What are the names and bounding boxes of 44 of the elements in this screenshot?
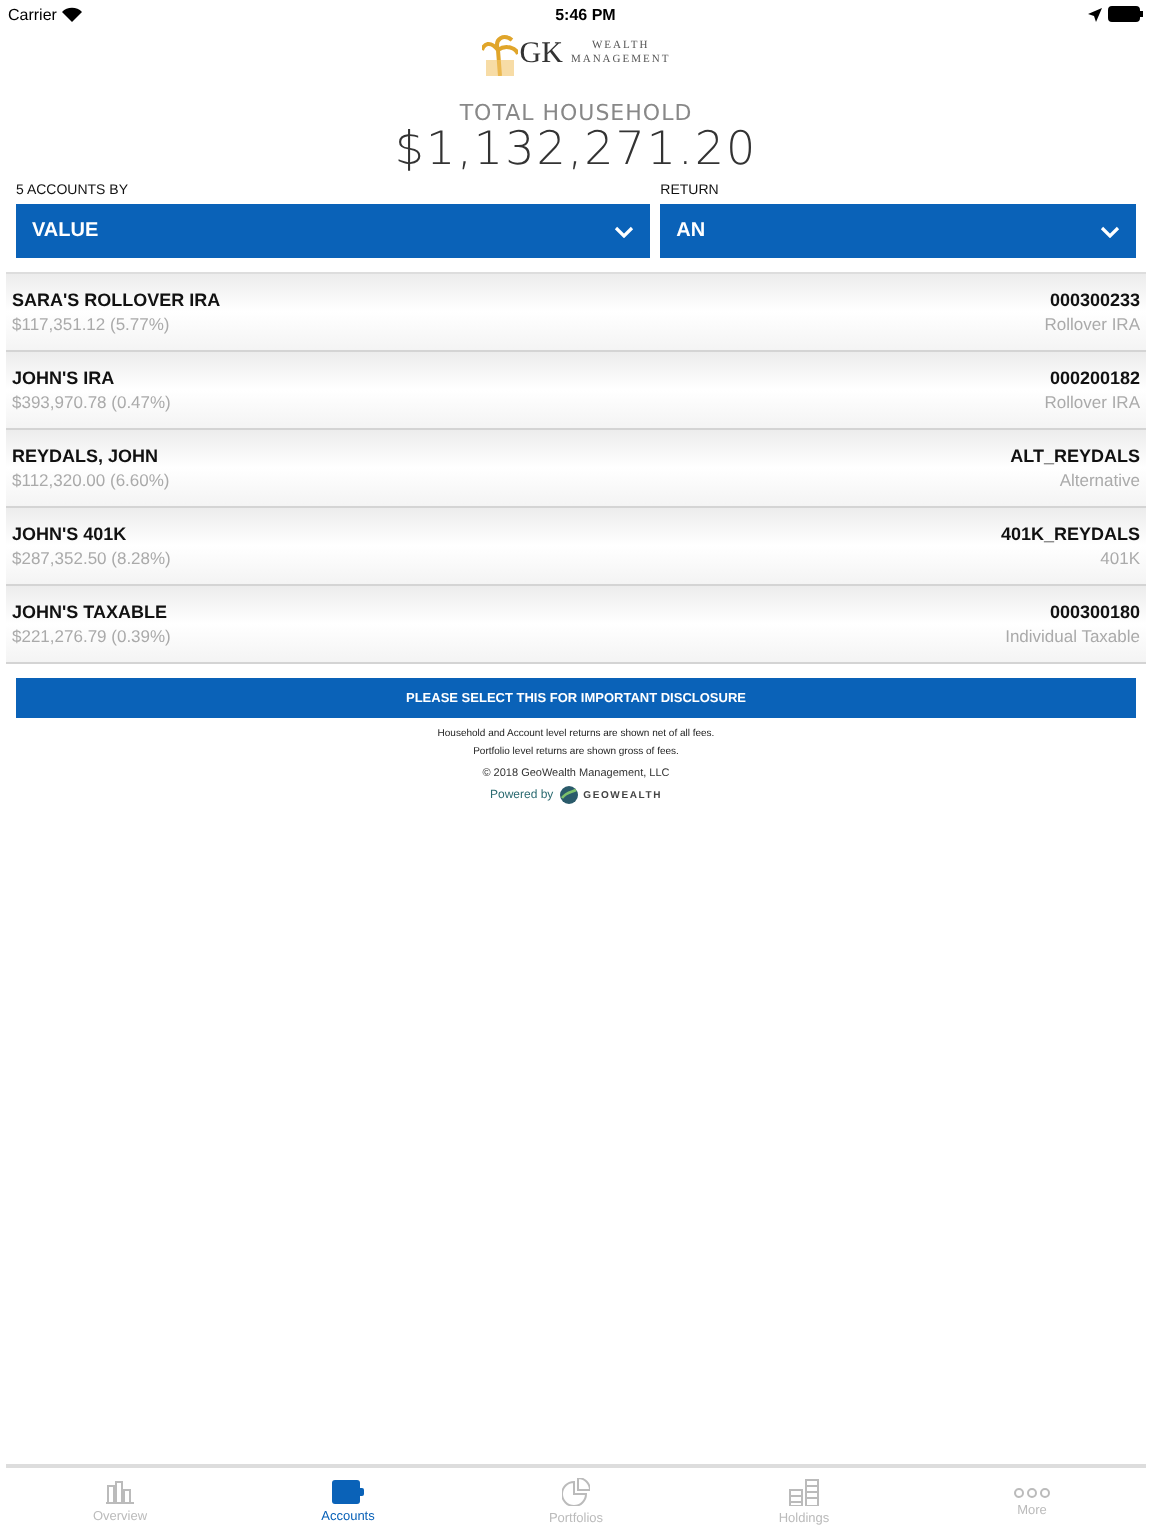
logo-mark: GK: [519, 37, 563, 71]
account-number: 000200182: [1049, 368, 1140, 388]
bar-chart-icon: [106, 1480, 134, 1504]
account-row[interactable]: JOHN'S 401K $287,352.50 (8.28%) 401K_REYDALS 401K: [6, 508, 1146, 586]
account-number: 000300180: [1049, 602, 1140, 622]
account-name: JOHN'S TAXABLE: [12, 602, 169, 622]
location-icon: [1088, 7, 1102, 21]
account-name: JOHN'S 401K: [12, 524, 129, 544]
account-number: 000300233: [1049, 290, 1140, 310]
account-row[interactable]: REYDALS, JOHN $112,320.00 (6.60%) ALT_REYDALS Alternative: [6, 430, 1146, 508]
chevron-down-icon: [614, 225, 635, 237]
account-type: 401K: [1100, 548, 1140, 568]
account-type: Rollover IRA: [1044, 314, 1140, 334]
dropdown[interactable]: AN: [660, 204, 1136, 258]
status-time: 5:46 PM: [555, 5, 616, 23]
coin-stack-icon: [788, 1478, 820, 1506]
account-name: REYDALS, JOHN: [12, 446, 161, 466]
account-row[interactable]: JOHN'S IRA $393,970.78 (0.47%) 000200182 Rollover IRA: [6, 352, 1146, 430]
account-type: Rollover IRA: [1044, 392, 1140, 412]
account-value: $221,276.79 (0.39%): [12, 626, 171, 646]
more-icon: [1014, 1487, 1050, 1497]
account-value: $117,351.12 (5.77%): [12, 314, 172, 334]
palm-tree-icon: [481, 32, 518, 76]
account-value: $287,352.50 (8.28%): [12, 548, 171, 568]
account-type: Alternative: [1059, 470, 1140, 490]
account-number: ALT_REYDALS: [1010, 446, 1140, 466]
dropdown[interactable]: VALUE: [16, 204, 651, 258]
wallet-icon: [332, 1480, 364, 1504]
carrier-label: Carrier: [8, 5, 57, 23]
wifi-icon: [62, 6, 83, 22]
account-type: Individual Taxable: [1005, 626, 1140, 646]
account-name: JOHN'S IRA: [12, 368, 117, 388]
account-name: SARA'S ROLLOVER IRA: [12, 290, 221, 310]
globe-icon: [559, 786, 578, 804]
account-row[interactable]: SARA'S ROLLOVER IRA $117,351.12 (5.77%) 000300233 Rollover IRA: [6, 274, 1146, 352]
account-value: $393,970.78 (0.47%): [12, 392, 171, 412]
account-row[interactable]: JOHN'S TAXABLE $221,276.79 (0.39%) 000300180 Individual Taxable: [6, 586, 1146, 664]
total-label: TOTAL HOUSEHOLD: [459, 100, 693, 126]
account-value: $112,320.00 (6.60%): [12, 470, 170, 490]
pie-chart-icon: [562, 1478, 590, 1506]
battery-icon: [1108, 6, 1144, 22]
account-number: 401K_REYDALS: [1000, 524, 1140, 544]
total-value: $1,132,271.20: [394, 124, 758, 176]
chevron-down-icon: [1100, 225, 1120, 237]
